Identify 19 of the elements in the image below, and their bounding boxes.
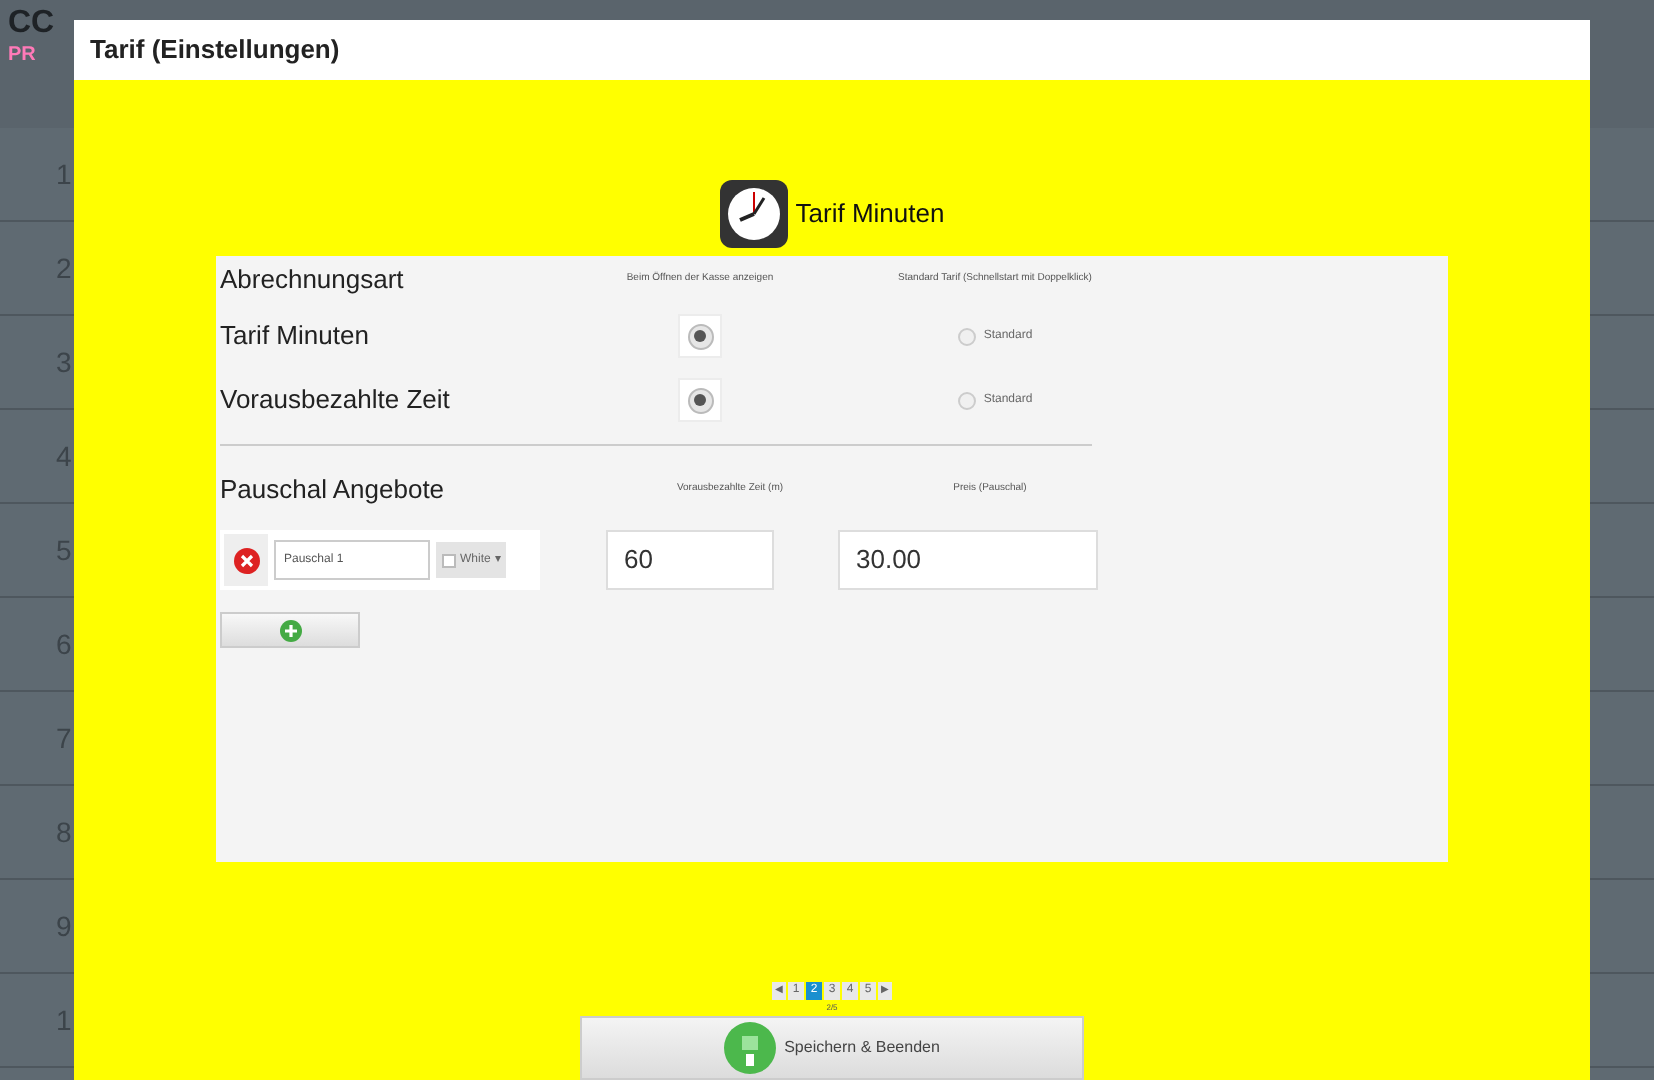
tariff-name: Vorausbezahlte Zeit xyxy=(220,382,452,419)
save-icon xyxy=(724,1022,777,1074)
add-button[interactable] xyxy=(220,612,360,648)
save-button[interactable]: Speichern & Beenden xyxy=(580,1016,1084,1080)
plus-icon xyxy=(279,619,301,641)
radio-button[interactable] xyxy=(678,378,722,422)
dialog-title: Tarif (Einstellungen) xyxy=(90,32,340,69)
logo: CC xyxy=(8,8,55,40)
logo-subtitle: PR xyxy=(8,42,38,70)
section-label: Pauschal Angebote xyxy=(220,472,447,509)
delete-button[interactable] xyxy=(224,534,268,586)
close-icon xyxy=(233,547,259,573)
time-field[interactable]: 60 xyxy=(606,530,774,590)
price-field[interactable]: 30.00 xyxy=(838,530,1098,590)
clock-icon xyxy=(719,180,788,248)
tariff-name: Tarif Minuten xyxy=(220,318,371,355)
section-label: Abrechnungsart xyxy=(220,262,406,299)
tariff-heading: Tarif Minuten xyxy=(795,196,945,233)
radio-button[interactable] xyxy=(678,314,722,358)
